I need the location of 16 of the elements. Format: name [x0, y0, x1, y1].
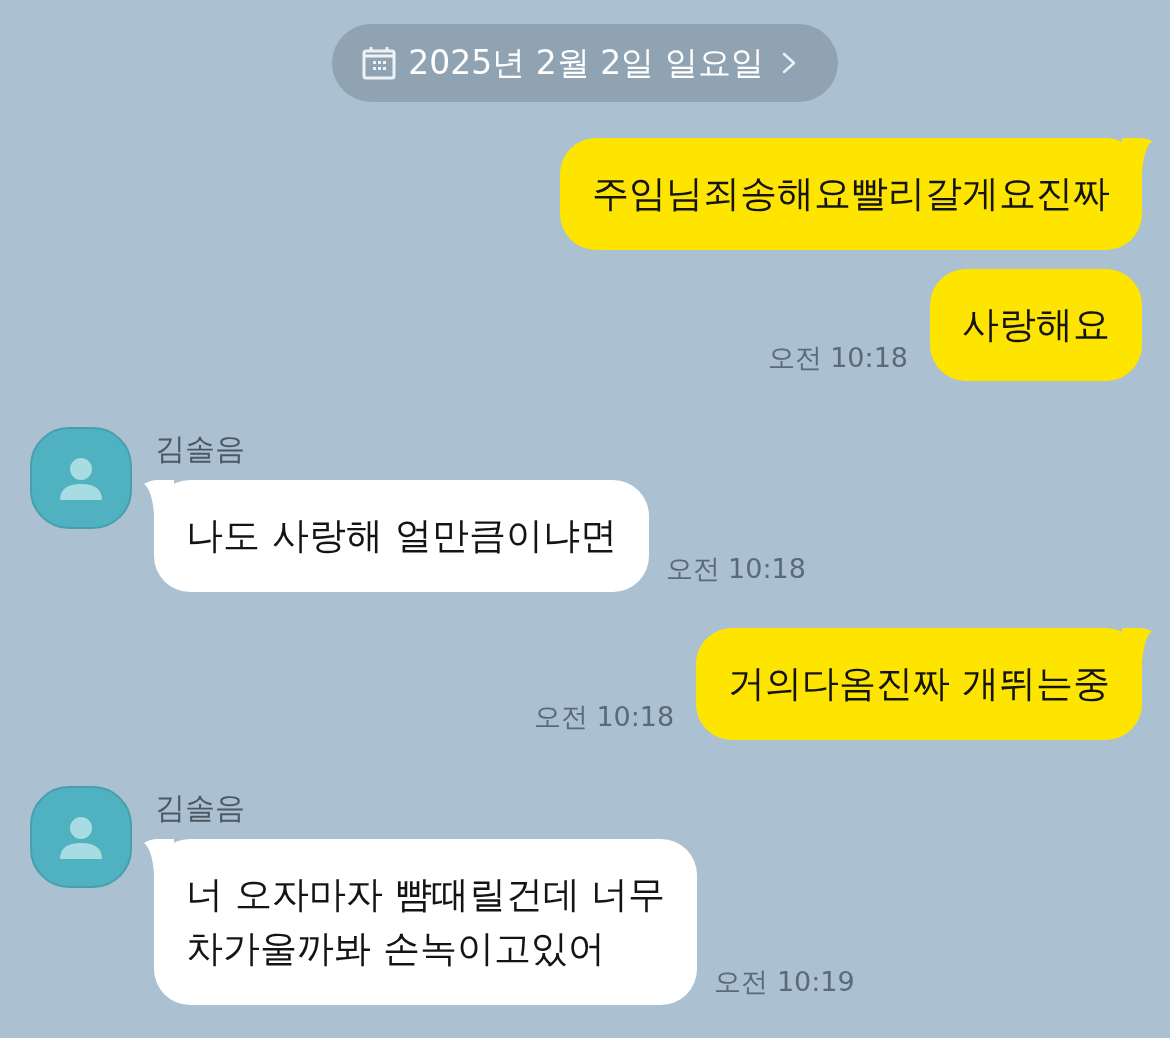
message-time: 오전 10:18: [665, 552, 806, 586]
message-time: 오전 10:18: [533, 700, 675, 734]
avatar-icon[interactable]: [30, 786, 132, 888]
message-bubble: 거의다옴진짜 개뛰는중: [696, 628, 1152, 740]
sender-name: 김솔음: [155, 789, 245, 827]
chevron-right-icon: [781, 52, 796, 74]
message-bubble: 너 오자마자 뺨때릴건데 너무 차가울까봐 손녹이고있어: [144, 839, 698, 1005]
avatar-icon[interactable]: [30, 427, 132, 529]
message-bubble: 나도 사랑해 얼만큼이냐면: [144, 480, 649, 592]
date-button[interactable]: 2025년 2월 2일 일요일: [332, 24, 838, 102]
message-bubble: 사랑해요: [930, 269, 1142, 381]
message-time: 오전 10:18: [767, 341, 908, 375]
message-bubble: 주임님죄송해요빨리갈게요진짜: [560, 138, 1152, 250]
calendar-icon: [362, 46, 397, 80]
sender-name: 김솔음: [155, 430, 245, 468]
message-time: 오전 10:19: [714, 965, 855, 999]
